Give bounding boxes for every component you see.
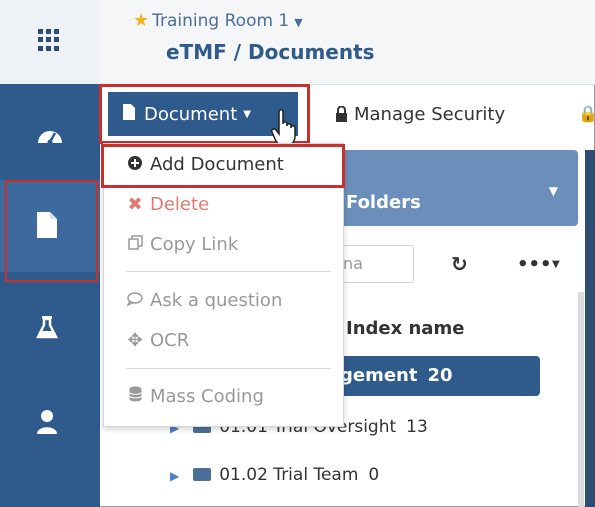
menu-item-label: Mass Coding	[150, 386, 264, 407]
dashboard-gauge-icon	[38, 131, 62, 145]
flask-icon	[36, 316, 58, 339]
menu-item-label: Ask a question	[150, 290, 283, 311]
nav-user[interactable]	[0, 378, 100, 470]
caret-down-icon: ▼	[294, 16, 303, 29]
tree-row[interactable]: ▶ 01.02 Trial Team 0	[170, 465, 379, 485]
tree-row-count: 20	[427, 365, 453, 386]
tree-row-count: 13	[406, 417, 428, 437]
tree-row-label: gement	[340, 365, 418, 386]
tree-row-selected[interactable]: gement 20	[330, 356, 540, 396]
menu-item-ask-question[interactable]: Ask a question	[126, 290, 282, 311]
x-icon: ✖	[127, 194, 143, 215]
folder-search-input[interactable]: na	[336, 245, 414, 283]
copy-icon	[126, 234, 144, 255]
workspace-selector[interactable]: ★ Training Room 1 ▼	[133, 10, 303, 31]
speech-bubble-icon	[126, 290, 144, 311]
menu-divider	[126, 271, 331, 272]
database-icon	[126, 386, 144, 407]
hand-cursor-icon	[271, 109, 296, 147]
menu-item-mass-coding[interactable]: Mass Coding	[126, 386, 264, 407]
more-options-icon[interactable]: •••	[517, 254, 552, 275]
nav-lab[interactable]	[0, 284, 100, 376]
user-icon	[37, 410, 57, 434]
column-header-index-name[interactable]: Index name	[346, 318, 464, 339]
page-title: eTMF / Documents	[166, 40, 375, 64]
menu-item-label: Copy Link	[150, 234, 239, 255]
menu-item-ocr[interactable]: ✥ OCR	[126, 330, 189, 351]
workspace-name: Training Room 1	[152, 11, 290, 31]
nav-dashboard[interactable]	[0, 92, 100, 184]
caret-down-icon[interactable]: ▼	[552, 259, 560, 270]
apps-grid-icon	[38, 29, 60, 51]
toolbar-overflow-icon[interactable]: 🔒	[578, 104, 595, 123]
refresh-icon[interactable]: ↻	[451, 252, 468, 276]
lock-icon	[335, 105, 348, 127]
menu-divider	[126, 368, 331, 369]
documents-nav-highlight	[5, 180, 98, 282]
tree-row-count: 0	[368, 465, 380, 485]
menu-item-delete[interactable]: ✖ Delete	[126, 194, 209, 215]
folder-icon	[193, 468, 212, 481]
manage-security-label: Manage Security	[354, 104, 506, 125]
tree-row-label: 01.02 Trial Team	[219, 465, 359, 485]
expand-arrow-icon[interactable]: ▶	[170, 469, 179, 483]
menu-item-label: Delete	[150, 194, 210, 215]
folders-title: Folders	[346, 192, 421, 213]
ocr-icon: ✥	[127, 330, 143, 351]
add-document-highlight	[101, 144, 345, 188]
caret-down-icon: ▼	[548, 184, 558, 198]
right-rail	[585, 150, 595, 507]
manage-security-button[interactable]: Manage Security	[335, 104, 505, 127]
star-icon: ★	[133, 10, 150, 31]
scrollbar[interactable]	[578, 292, 584, 507]
apps-launcher[interactable]	[0, 0, 100, 84]
menu-item-copy-link[interactable]: Copy Link	[126, 234, 238, 255]
menu-item-label: OCR	[150, 330, 190, 351]
